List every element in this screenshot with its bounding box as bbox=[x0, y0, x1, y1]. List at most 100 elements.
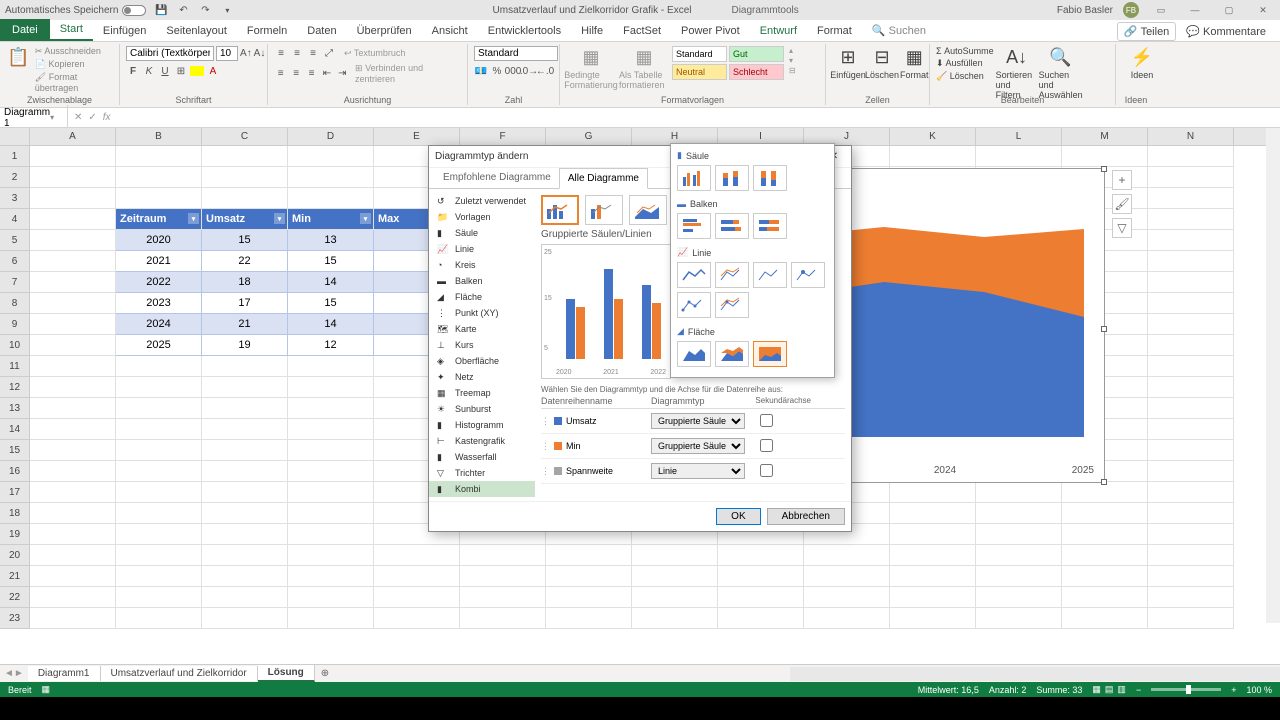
dialog-tab-recommended[interactable]: Empfohlene Diagramme bbox=[435, 168, 559, 188]
cancel-button[interactable]: Abbrechen bbox=[767, 508, 845, 525]
chart-type-column[interactable]: ▮Säule bbox=[429, 225, 535, 241]
cell[interactable] bbox=[890, 146, 976, 167]
cell[interactable] bbox=[202, 440, 288, 461]
cell[interactable] bbox=[288, 587, 374, 608]
fill-button[interactable]: ⬇ Ausfüllen bbox=[936, 58, 994, 69]
stacked-bar-option[interactable] bbox=[715, 213, 749, 239]
toggle-switch[interactable] bbox=[122, 5, 146, 16]
cell[interactable] bbox=[1062, 146, 1148, 167]
style-gut[interactable]: Gut bbox=[729, 46, 784, 62]
tab-ansicht[interactable]: Ansicht bbox=[422, 21, 478, 41]
cell[interactable]: 19 bbox=[202, 335, 288, 356]
cell[interactable] bbox=[288, 524, 374, 545]
bold-icon[interactable]: F bbox=[126, 64, 140, 78]
autosum-button[interactable]: Σ AutoSumme bbox=[936, 46, 994, 56]
cell[interactable] bbox=[116, 608, 202, 629]
cell[interactable] bbox=[1148, 503, 1234, 524]
drag-handle-icon[interactable]: ⋮ bbox=[541, 466, 550, 477]
cell[interactable]: 2025 bbox=[116, 335, 202, 356]
search-tell-me[interactable]: 🔍 Suchen bbox=[862, 20, 936, 41]
save-icon[interactable]: 💾 bbox=[154, 3, 168, 17]
cell[interactable] bbox=[30, 251, 116, 272]
row-header[interactable]: 7 bbox=[0, 272, 30, 293]
cell[interactable]: 2023 bbox=[116, 293, 202, 314]
cell[interactable] bbox=[1148, 587, 1234, 608]
paste-button[interactable]: 📋 bbox=[6, 46, 31, 68]
sheet-nav-next-icon[interactable]: ► bbox=[14, 668, 24, 679]
tab-entwicklertools[interactable]: Entwicklertools bbox=[478, 21, 571, 41]
zoom-out-icon[interactable]: − bbox=[1136, 685, 1141, 695]
series-type-select-min[interactable]: Gruppierte Säulen bbox=[651, 438, 745, 454]
cell[interactable] bbox=[202, 545, 288, 566]
row-header[interactable]: 12 bbox=[0, 377, 30, 398]
cell[interactable] bbox=[30, 440, 116, 461]
find-select-button[interactable]: 🔍Suchen und Auswählen bbox=[1040, 46, 1082, 100]
cell[interactable] bbox=[804, 587, 890, 608]
cell[interactable] bbox=[1148, 419, 1234, 440]
cell[interactable] bbox=[116, 398, 202, 419]
cell[interactable] bbox=[30, 566, 116, 587]
cell[interactable] bbox=[890, 545, 976, 566]
ideas-button[interactable]: ⚡Ideen bbox=[1122, 46, 1162, 80]
select-all-triangle[interactable] bbox=[0, 128, 30, 145]
dec-dec-icon[interactable]: ←.0 bbox=[538, 64, 552, 78]
style-neutral[interactable]: Neutral bbox=[672, 64, 727, 80]
tab-ueberpruefen[interactable]: Überprüfen bbox=[347, 21, 422, 41]
user-avatar[interactable]: FB bbox=[1123, 2, 1139, 18]
autosave-toggle[interactable]: Automatisches Speichern bbox=[5, 5, 146, 16]
minimize-icon[interactable]: — bbox=[1183, 3, 1207, 17]
row-header[interactable]: 6 bbox=[0, 251, 30, 272]
thousands-icon[interactable]: 000 bbox=[506, 64, 520, 78]
qat-customize-icon[interactable]: ▾ bbox=[220, 3, 234, 17]
cell[interactable] bbox=[1062, 524, 1148, 545]
cell[interactable] bbox=[632, 545, 718, 566]
col-header[interactable]: D bbox=[288, 128, 374, 145]
cell[interactable]: 18 bbox=[202, 272, 288, 293]
line-markers-2-option[interactable] bbox=[677, 292, 711, 318]
cell[interactable] bbox=[1148, 335, 1234, 356]
styles-more-icon[interactable]: ⊟ bbox=[789, 66, 796, 75]
tab-start[interactable]: Start bbox=[50, 19, 93, 41]
cell[interactable] bbox=[976, 545, 1062, 566]
zoom-in-icon[interactable]: + bbox=[1231, 685, 1236, 695]
cell[interactable] bbox=[1062, 482, 1148, 503]
font-color-icon[interactable]: A bbox=[206, 64, 220, 78]
cancel-formula-icon[interactable]: ✕ bbox=[74, 112, 82, 123]
col-header[interactable]: K bbox=[890, 128, 976, 145]
line-markers-3-option[interactable] bbox=[715, 292, 749, 318]
align-bot-icon[interactable]: ≡ bbox=[306, 46, 320, 60]
cut-button[interactable]: ✂ Ausschneiden bbox=[35, 46, 113, 57]
sheet-tab-loesung[interactable]: Lösung bbox=[258, 665, 315, 682]
cell[interactable]: 21 bbox=[202, 314, 288, 335]
cell[interactable] bbox=[288, 482, 374, 503]
cell[interactable] bbox=[1148, 209, 1234, 230]
cell[interactable]: 17 bbox=[202, 293, 288, 314]
tab-format[interactable]: Format bbox=[807, 21, 862, 41]
macro-record-icon[interactable]: ▦ bbox=[42, 684, 51, 695]
cell[interactable] bbox=[976, 146, 1062, 167]
name-box[interactable]: Diagramm 1▾ bbox=[0, 105, 68, 131]
cell[interactable] bbox=[30, 587, 116, 608]
tab-entwurf[interactable]: Entwurf bbox=[750, 21, 807, 41]
cell[interactable] bbox=[374, 545, 460, 566]
tab-einfuegen[interactable]: Einfügen bbox=[93, 21, 156, 41]
cell[interactable] bbox=[1148, 356, 1234, 377]
stacked-line-option[interactable] bbox=[715, 262, 749, 288]
chart-type-line[interactable]: 📈Linie bbox=[429, 241, 535, 257]
zoom-level[interactable]: 100 % bbox=[1246, 685, 1272, 695]
shrink-font-icon[interactable]: A↓ bbox=[254, 47, 266, 61]
ok-button[interactable]: OK bbox=[716, 508, 760, 525]
cell[interactable] bbox=[890, 503, 976, 524]
cell[interactable] bbox=[202, 167, 288, 188]
redo-icon[interactable]: ↷ bbox=[198, 3, 212, 17]
cell[interactable] bbox=[1148, 251, 1234, 272]
cell[interactable] bbox=[890, 566, 976, 587]
col-header[interactable]: M bbox=[1062, 128, 1148, 145]
cell[interactable] bbox=[30, 398, 116, 419]
tab-seitenlayout[interactable]: Seitenlayout bbox=[156, 21, 237, 41]
cell[interactable] bbox=[30, 356, 116, 377]
area-option[interactable] bbox=[677, 341, 711, 367]
cell[interactable] bbox=[890, 524, 976, 545]
cell[interactable] bbox=[1148, 482, 1234, 503]
cell[interactable] bbox=[30, 293, 116, 314]
